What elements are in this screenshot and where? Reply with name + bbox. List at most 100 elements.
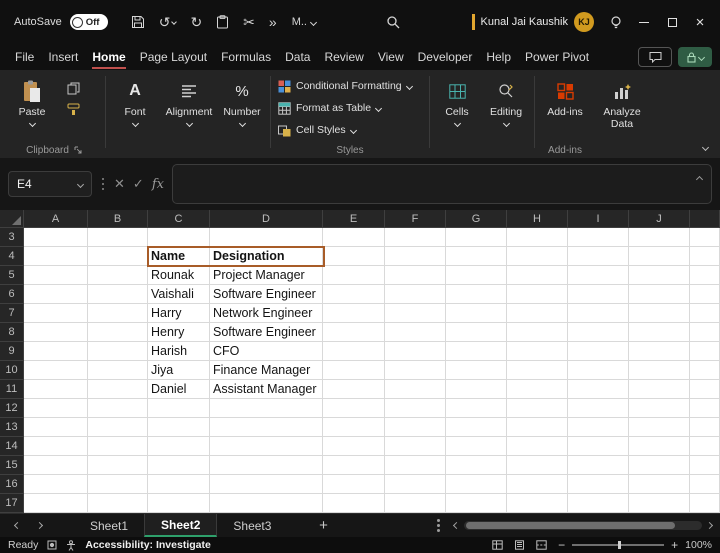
- cell-E17[interactable]: [323, 494, 385, 513]
- row-header-5[interactable]: 5: [0, 266, 24, 285]
- cell-B3[interactable]: [88, 228, 148, 247]
- cell-A16[interactable]: [24, 475, 88, 494]
- menu-tab-file[interactable]: File: [8, 45, 41, 69]
- menu-tab-help[interactable]: Help: [479, 45, 518, 69]
- row-header-17[interactable]: 17: [0, 494, 24, 513]
- cell-B8[interactable]: [88, 323, 148, 342]
- cell-H3[interactable]: [507, 228, 568, 247]
- cell-F12[interactable]: [385, 399, 446, 418]
- cell-K5[interactable]: [690, 266, 720, 285]
- cell-K6[interactable]: [690, 285, 720, 304]
- cell-I4[interactable]: [568, 247, 629, 266]
- new-sheet-button[interactable]: +: [313, 517, 333, 534]
- cell-C16[interactable]: [148, 475, 210, 494]
- cell-H17[interactable]: [507, 494, 568, 513]
- cell-K3[interactable]: [690, 228, 720, 247]
- cell-J5[interactable]: [629, 266, 690, 285]
- cell-C11[interactable]: Daniel: [148, 380, 210, 399]
- conditional-formatting-button[interactable]: Conditional Formatting: [274, 75, 426, 97]
- cell-H12[interactable]: [507, 399, 568, 418]
- cell-A8[interactable]: [24, 323, 88, 342]
- cell-D14[interactable]: [210, 437, 323, 456]
- cell-H6[interactable]: [507, 285, 568, 304]
- cell-G12[interactable]: [446, 399, 507, 418]
- cell-F16[interactable]: [385, 475, 446, 494]
- row-header-16[interactable]: 16: [0, 475, 24, 494]
- cell-A4[interactable]: [24, 247, 88, 266]
- cell-J15[interactable]: [629, 456, 690, 475]
- cell-K9[interactable]: [690, 342, 720, 361]
- cell-G16[interactable]: [446, 475, 507, 494]
- cell-H11[interactable]: [507, 380, 568, 399]
- column-header-I[interactable]: I: [568, 210, 629, 227]
- cell-E10[interactable]: [323, 361, 385, 380]
- cell-A13[interactable]: [24, 418, 88, 437]
- font-button[interactable]: A Font: [109, 72, 161, 142]
- cell-J17[interactable]: [629, 494, 690, 513]
- cell-D8[interactable]: Software Engineer: [210, 323, 323, 342]
- cell-F10[interactable]: [385, 361, 446, 380]
- cell-K10[interactable]: [690, 361, 720, 380]
- menu-tab-review[interactable]: Review: [317, 45, 370, 69]
- cell-H9[interactable]: [507, 342, 568, 361]
- cell-E15[interactable]: [323, 456, 385, 475]
- row-header-4[interactable]: 4: [0, 247, 24, 266]
- cell-A3[interactable]: [24, 228, 88, 247]
- cell-A10[interactable]: [24, 361, 88, 380]
- cell-F5[interactable]: [385, 266, 446, 285]
- cell-C17[interactable]: [148, 494, 210, 513]
- cell-F7[interactable]: [385, 304, 446, 323]
- cell-I7[interactable]: [568, 304, 629, 323]
- cell-E14[interactable]: [323, 437, 385, 456]
- cell-H8[interactable]: [507, 323, 568, 342]
- cell-C6[interactable]: Vaishali: [148, 285, 210, 304]
- paste-button[interactable]: Paste: [6, 72, 58, 142]
- cell-K13[interactable]: [690, 418, 720, 437]
- alignment-button[interactable]: Alignment: [161, 72, 217, 142]
- cell-I17[interactable]: [568, 494, 629, 513]
- cell-A5[interactable]: [24, 266, 88, 285]
- row-header-8[interactable]: 8: [0, 323, 24, 342]
- cell-H5[interactable]: [507, 266, 568, 285]
- cell-F13[interactable]: [385, 418, 446, 437]
- row-header-3[interactable]: 3: [0, 228, 24, 247]
- cell-J6[interactable]: [629, 285, 690, 304]
- row-header-13[interactable]: 13: [0, 418, 24, 437]
- cell-G17[interactable]: [446, 494, 507, 513]
- cell-A14[interactable]: [24, 437, 88, 456]
- cell-B16[interactable]: [88, 475, 148, 494]
- cell-I5[interactable]: [568, 266, 629, 285]
- cell-C15[interactable]: [148, 456, 210, 475]
- cell-C5[interactable]: Rounak: [148, 266, 210, 285]
- row-header-9[interactable]: 9: [0, 342, 24, 361]
- menu-tab-home[interactable]: Home: [85, 45, 132, 69]
- cell-C8[interactable]: Henry: [148, 323, 210, 342]
- cell-I8[interactable]: [568, 323, 629, 342]
- cell-G9[interactable]: [446, 342, 507, 361]
- column-header-G[interactable]: G: [446, 210, 507, 227]
- cell-E4[interactable]: [323, 247, 385, 266]
- cell-E13[interactable]: [323, 418, 385, 437]
- cell-B6[interactable]: [88, 285, 148, 304]
- formula-input[interactable]: [172, 164, 712, 204]
- page-break-view-icon[interactable]: [536, 540, 547, 550]
- cell-J12[interactable]: [629, 399, 690, 418]
- cell-J9[interactable]: [629, 342, 690, 361]
- cell-K15[interactable]: [690, 456, 720, 475]
- cell-D5[interactable]: Project Manager: [210, 266, 323, 285]
- cell-I9[interactable]: [568, 342, 629, 361]
- cell-D10[interactable]: Finance Manager: [210, 361, 323, 380]
- cell-D12[interactable]: [210, 399, 323, 418]
- scrollbar-track[interactable]: [464, 521, 702, 530]
- number-button[interactable]: % Number: [217, 72, 267, 142]
- cell-G5[interactable]: [446, 266, 507, 285]
- cell-K11[interactable]: [690, 380, 720, 399]
- cell-F14[interactable]: [385, 437, 446, 456]
- cell-D16[interactable]: [210, 475, 323, 494]
- column-header-J[interactable]: J: [629, 210, 690, 227]
- cell-E8[interactable]: [323, 323, 385, 342]
- cell-K14[interactable]: [690, 437, 720, 456]
- cell-K12[interactable]: [690, 399, 720, 418]
- addins-button[interactable]: Add-ins: [538, 72, 592, 142]
- sheet-tab-sheet1[interactable]: Sheet1: [74, 514, 144, 537]
